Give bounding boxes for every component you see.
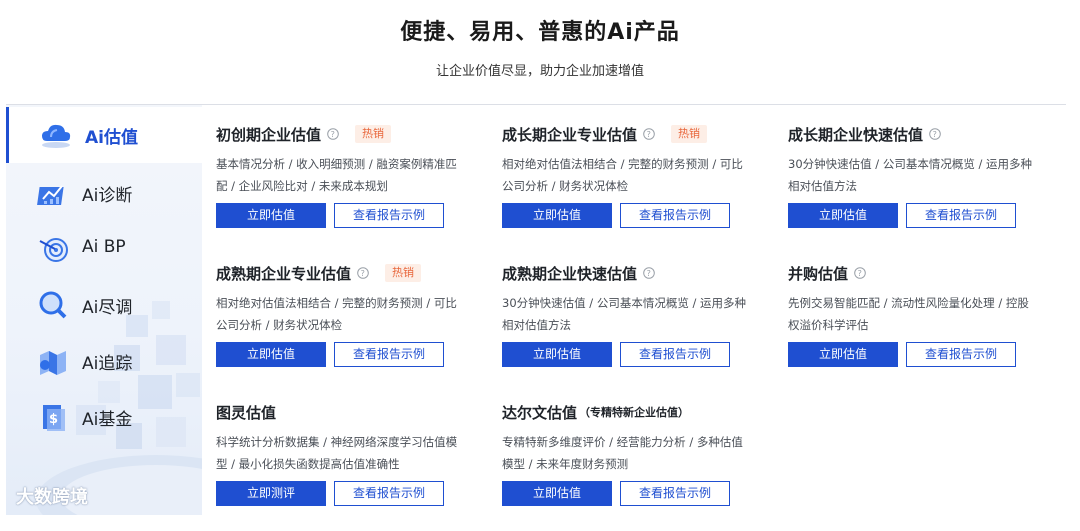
product-card: 成长期企业快速估值 ? 30分钟快速估值 / 公司基本情况概览 / 运用多种相对… (788, 123, 1048, 253)
watermark: 大数跨境 (16, 487, 88, 508)
help-icon[interactable]: ? (854, 267, 866, 279)
svg-text:?: ? (331, 130, 335, 139)
card-subtitle: （专精特新企业估值） (579, 406, 690, 419)
view-sample-report-button[interactable]: 查看报告示例 (620, 481, 730, 506)
help-icon[interactable]: ? (929, 128, 941, 140)
svg-text:?: ? (858, 269, 862, 278)
view-sample-report-button[interactable]: 查看报告示例 (334, 203, 444, 228)
view-sample-report-button[interactable]: 查看报告示例 (906, 203, 1016, 228)
valuate-now-button[interactable]: 立即估值 (216, 342, 326, 367)
hot-badge: 热销 (671, 125, 708, 143)
card-description: 30分钟快速估值 / 公司基本情况概览 / 运用多种相对估值方法 (788, 157, 1033, 193)
product-card: 成熟期企业专业估值 ? 热销 相对绝对估值法相结合 / 完整的财务预测 / 可比… (216, 262, 476, 392)
sidebar-item-label: Ai追踪 (82, 354, 133, 374)
card-description: 30分钟快速估值 / 公司基本情况概览 / 运用多种相对估值方法 (502, 296, 747, 332)
view-sample-report-button[interactable]: 查看报告示例 (334, 481, 444, 506)
hot-badge: 热销 (355, 125, 392, 143)
sidebar-item-label: Ai尽调 (82, 298, 133, 318)
card-title: 图灵估值 (216, 403, 277, 422)
card-title: 达尔文估值 (502, 403, 578, 422)
svg-text:?: ? (361, 269, 365, 278)
sidebar-item-ai-due-diligence[interactable]: Ai尽调 (6, 277, 202, 333)
card-title: 初创期企业估值 (216, 125, 322, 144)
product-panel: Ai估值 Ai诊断 Ai BP Ai尽调 Ai追踪 $ Ai基金 大数跨境 初创… (6, 104, 1066, 519)
sidebar-item-ai-fund[interactable]: $ Ai基金 (6, 389, 202, 445)
valuate-now-button[interactable]: 立即估值 (216, 203, 326, 228)
target-icon (39, 238, 68, 262)
magnifier-icon (39, 291, 67, 319)
hot-badge: 热销 (385, 264, 422, 282)
fund-icon: $ (43, 405, 65, 431)
sidebar-item-ai-bp[interactable]: Ai BP (6, 221, 202, 277)
card-title: 成长期企业快速估值 (788, 125, 924, 144)
card-description: 专精特新多维度评价 / 经营能力分析 / 多种估值模型 / 未来年度财务预测 (502, 435, 743, 471)
card-title: 成长期企业专业估值 (502, 125, 638, 144)
view-sample-report-button[interactable]: 查看报告示例 (620, 342, 730, 367)
card-description: 先例交易智能匹配 / 流动性风险量化处理 / 控股权溢价科学评估 (788, 296, 1029, 332)
page-subtitle: 让企业价值尽显，助力企业加速增值 (435, 64, 644, 79)
cloud-icon (42, 124, 71, 148)
card-title: 并购估值 (788, 264, 849, 283)
valuate-now-button[interactable]: 立即估值 (788, 342, 898, 367)
svg-text:?: ? (933, 130, 937, 139)
sidebar: Ai估值 Ai诊断 Ai BP Ai尽调 Ai追踪 $ Ai基金 大数跨境 (6, 105, 202, 515)
evaluate-now-button[interactable]: 立即测评 (216, 481, 326, 506)
page-title: 便捷、易用、普惠的Ai产品 (400, 20, 680, 45)
view-sample-report-button[interactable]: 查看报告示例 (620, 203, 730, 228)
sidebar-item-ai-diagnosis[interactable]: Ai诊断 (6, 165, 202, 221)
help-icon[interactable]: ? (643, 128, 655, 140)
chart-icon (37, 185, 64, 205)
valuate-now-button[interactable]: 立即估值 (502, 481, 612, 506)
sidebar-item-ai-valuation[interactable]: Ai估值 (6, 107, 202, 163)
card-description: 相对绝对估值法相结合 / 完整的财务预测 / 可比公司分析 / 财务状况体检 (216, 296, 457, 332)
product-card: 成熟期企业快速估值 ? 30分钟快速估值 / 公司基本情况概览 / 运用多种相对… (502, 262, 762, 392)
svg-text:?: ? (647, 130, 651, 139)
map-icon (40, 351, 66, 375)
svg-text:?: ? (647, 269, 651, 278)
svg-text:$: $ (49, 412, 58, 427)
sidebar-item-label: Ai估值 (85, 128, 138, 148)
valuate-now-button[interactable]: 立即估值 (502, 342, 612, 367)
sidebar-item-label: Ai诊断 (82, 186, 133, 206)
view-sample-report-button[interactable]: 查看报告示例 (906, 342, 1016, 367)
help-icon[interactable]: ? (643, 267, 655, 279)
help-icon[interactable]: ? (327, 128, 339, 140)
card-description: 基本情况分析 / 收入明细预测 / 融资案例精准匹配 / 企业风险比对 / 未来… (216, 157, 457, 193)
product-card: 达尔文估值 （专精特新企业估值） 专精特新多维度评价 / 经营能力分析 / 多种… (502, 401, 762, 531)
sidebar-item-label: Ai基金 (82, 410, 133, 430)
card-description: 相对绝对估值法相结合 / 完整的财务预测 / 可比公司分析 / 财务状况体检 (502, 157, 743, 193)
valuate-now-button[interactable]: 立即估值 (502, 203, 612, 228)
valuate-now-button[interactable]: 立即估值 (788, 203, 898, 228)
help-icon[interactable]: ? (357, 267, 369, 279)
card-description: 科学统计分析数据集 / 神经网络深度学习估值模型 / 最小化损失函数提高估值准确… (216, 435, 458, 471)
product-card: 并购估值 ? 先例交易智能匹配 / 流动性风险量化处理 / 控股权溢价科学评估 … (788, 262, 1048, 392)
product-card: 初创期企业估值 ? 热销 基本情况分析 / 收入明细预测 / 融资案例精准匹配 … (216, 123, 476, 253)
product-card: 图灵估值 科学统计分析数据集 / 神经网络深度学习估值模型 / 最小化损失函数提… (216, 401, 476, 531)
card-title: 成熟期企业快速估值 (502, 264, 638, 283)
sidebar-item-ai-tracking[interactable]: Ai追踪 (6, 333, 202, 389)
view-sample-report-button[interactable]: 查看报告示例 (334, 342, 444, 367)
product-card: 成长期企业专业估值 ? 热销 相对绝对估值法相结合 / 完整的财务预测 / 可比… (502, 123, 762, 253)
card-title: 成熟期企业专业估值 (216, 264, 352, 283)
sidebar-item-label: Ai BP (82, 237, 126, 257)
